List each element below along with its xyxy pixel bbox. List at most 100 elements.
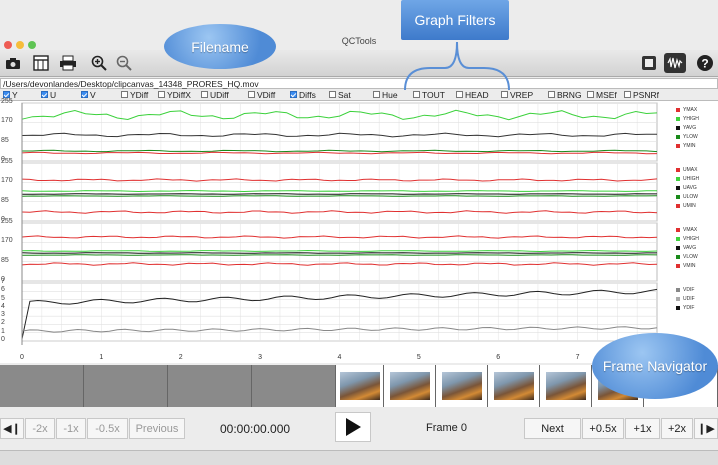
legend-label: VLOW: [683, 253, 698, 260]
filter-brng[interactable]: BRNG: [545, 89, 584, 100]
speed-minus1-button[interactable]: -1x: [56, 418, 86, 439]
filter-udiff[interactable]: UDiff: [198, 89, 245, 100]
filter-u[interactable]: U: [38, 89, 78, 100]
zoom-out-icon[interactable]: [113, 53, 135, 73]
x-tick-label: 7: [575, 354, 580, 361]
legend-item: VMAX: [676, 225, 699, 234]
filename-field[interactable]: /Users/devonlandes/Desktop/clipcanvas_14…: [0, 78, 718, 89]
filter-checkbox[interactable]: [329, 91, 336, 98]
frame-thumbnail[interactable]: [436, 365, 488, 407]
filter-checkbox[interactable]: [624, 91, 631, 98]
y-tick-label: 1: [1, 327, 5, 335]
legend-label: VDIF: [683, 286, 695, 293]
toolbar: ?: [0, 50, 718, 77]
filter-diffs[interactable]: Diffs: [287, 89, 326, 100]
frame-thumbnail[interactable]: [0, 365, 84, 407]
filter-checkbox[interactable]: [501, 91, 508, 98]
frame-thumbnail[interactable]: [168, 365, 252, 407]
y-tick-label: 255: [1, 98, 13, 105]
legend-swatch: [676, 143, 680, 148]
play-button[interactable]: [335, 412, 371, 442]
y-tick-label: 170: [1, 237, 13, 245]
y-tick-label: 7: [1, 278, 5, 285]
waveform-icon[interactable]: [664, 53, 686, 73]
legend-swatch: [676, 227, 680, 232]
filter-checkbox[interactable]: [3, 91, 10, 98]
graphs-area[interactable]: 255 170 85 0 YMAX YHIGH YAVG YLOW YMIN 255 170 85 0 U…: [0, 98, 718, 363]
filter-checkbox[interactable]: [248, 91, 255, 98]
y-tick-label: 4: [1, 302, 5, 310]
filter-checkbox[interactable]: [41, 91, 48, 98]
frame-navigator-callout: Frame Navigator: [592, 333, 718, 399]
y-tick-label: 170: [1, 177, 13, 185]
frame-thumbnail[interactable]: [252, 365, 336, 407]
previous-button[interactable]: Previous: [129, 418, 185, 439]
filter-psnrf[interactable]: PSNRf: [621, 89, 670, 100]
windows-icon[interactable]: [638, 53, 660, 73]
export-icon[interactable]: [30, 53, 52, 73]
thumbnail-image: [545, 372, 586, 400]
go-end-button[interactable]: ❙▶: [694, 418, 718, 439]
filter-checkbox[interactable]: [81, 91, 88, 98]
speed-minus2-button[interactable]: -2x: [25, 418, 55, 439]
speed-minus05-button[interactable]: -0.5x: [87, 418, 128, 439]
legend-swatch: [676, 194, 680, 199]
filter-label: U: [50, 89, 57, 100]
legend-item: VLOW: [676, 252, 699, 261]
speed-plus2-button[interactable]: +2x: [661, 418, 693, 439]
filter-checkbox[interactable]: [548, 91, 555, 98]
legend-item: UDIF: [676, 294, 695, 303]
filter-label: YDiffX: [167, 89, 191, 100]
filter-v[interactable]: V: [78, 89, 118, 100]
frame-thumbnail[interactable]: [336, 365, 384, 407]
legend-label: UDIF: [683, 295, 695, 302]
camera-icon[interactable]: [2, 53, 24, 73]
filter-checkbox[interactable]: [121, 91, 128, 98]
y-tick-label: 5: [1, 294, 5, 302]
filter-checkbox[interactable]: [373, 91, 380, 98]
legend-swatch: [676, 245, 680, 250]
legend-swatch: [676, 185, 680, 190]
legend-item: YDIF: [676, 303, 695, 312]
speed-plus05-button[interactable]: +0.5x: [582, 418, 624, 439]
speed-plus1-button[interactable]: +1x: [625, 418, 660, 439]
filter-checkbox[interactable]: [456, 91, 463, 98]
frame-thumbnail[interactable]: [84, 365, 168, 407]
legend-label: YMIN: [683, 142, 696, 149]
plot-legend: VMAX VHIGH VAVG VLOW VMIN: [676, 225, 699, 270]
filter-checkbox[interactable]: [413, 91, 420, 98]
thumbnail-image: [339, 372, 380, 400]
filter-sat[interactable]: Sat: [326, 89, 370, 100]
filter-checkbox[interactable]: [201, 91, 208, 98]
filter-vdiff[interactable]: VDiff: [245, 89, 287, 100]
frame-thumbnail[interactable]: [540, 365, 592, 407]
legend-item: UHIGH: [676, 174, 699, 183]
legend-label: YHIGH: [683, 115, 699, 122]
legend-label: VHIGH: [683, 235, 699, 242]
filter-ydiff[interactable]: YDiff: [118, 89, 155, 100]
vhigh-line: [21, 249, 658, 253]
legend-label: VAVG: [683, 244, 697, 251]
zoom-in-icon[interactable]: [88, 53, 110, 73]
filter-checkbox[interactable]: [158, 91, 165, 98]
next-button[interactable]: Next: [524, 418, 581, 439]
x-tick-label: 6: [496, 354, 501, 361]
filter-checkbox[interactable]: [290, 91, 297, 98]
legend-label: UMIN: [683, 202, 696, 209]
frame-thumbnail[interactable]: [488, 365, 540, 407]
legend-swatch: [676, 296, 680, 301]
x-tick-label: 4: [337, 354, 342, 361]
help-icon[interactable]: ?: [694, 53, 716, 73]
filter-msef[interactable]: MSEf: [584, 89, 621, 100]
thumbnail-image: [441, 372, 482, 400]
filter-label: Sat: [338, 89, 351, 100]
legend-item: YHIGH: [676, 114, 699, 123]
graphs-canvas[interactable]: [0, 101, 718, 363]
filter-label: PSNRf: [633, 89, 659, 100]
print-icon[interactable]: [57, 53, 79, 73]
frame-thumbnail[interactable]: [384, 365, 436, 407]
filter-checkbox[interactable]: [587, 91, 594, 98]
filter-ydiffx[interactable]: YDiffX: [155, 89, 198, 100]
thumbnail-image: [389, 372, 430, 400]
go-start-button[interactable]: ◀❙: [0, 418, 24, 439]
